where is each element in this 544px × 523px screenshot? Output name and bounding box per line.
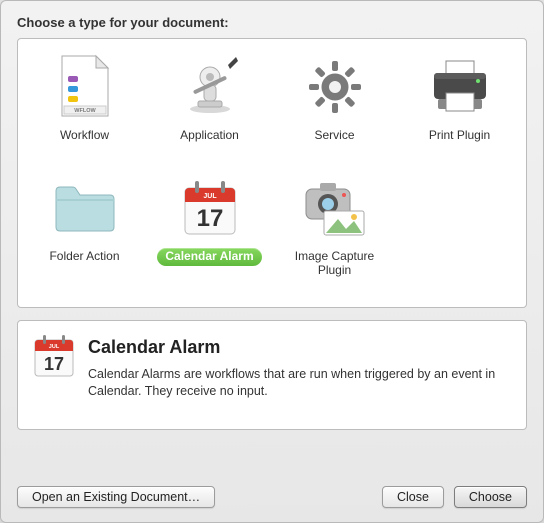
- type-item-print-plugin[interactable]: Print Plugin: [401, 45, 519, 145]
- prompt-text: Choose a type for your document:: [17, 15, 527, 30]
- service-icon: [299, 51, 371, 123]
- workflow-icon: WFLOW: [49, 51, 121, 123]
- svg-text:17: 17: [44, 354, 64, 374]
- description-icon: JUL 17: [32, 333, 76, 415]
- description-title: Calendar Alarm: [88, 337, 512, 358]
- type-label: Print Plugin: [421, 127, 498, 145]
- type-label: Application: [172, 127, 247, 145]
- choose-button[interactable]: Choose: [454, 486, 527, 508]
- new-document-sheet: Choose a type for your document: WFLOW W…: [0, 0, 544, 523]
- application-icon: [174, 51, 246, 123]
- type-label: Service: [306, 127, 362, 145]
- close-button[interactable]: Close: [382, 486, 444, 508]
- folder-icon: [49, 172, 121, 244]
- type-item-calendar-alarm[interactable]: JUL 17 Calendar Alarm: [151, 166, 269, 266]
- type-item-service[interactable]: Service: [276, 45, 394, 145]
- svg-text:WFLOW: WFLOW: [74, 108, 96, 114]
- type-label: Image Capture Plugin: [276, 248, 394, 280]
- type-item-application[interactable]: Application: [151, 45, 269, 145]
- printer-icon: [424, 51, 496, 123]
- type-item-folder-action[interactable]: Folder Action: [26, 166, 144, 266]
- svg-text:JUL: JUL: [49, 344, 60, 350]
- open-existing-button[interactable]: Open an Existing Document…: [17, 486, 215, 508]
- image-capture-icon: [299, 172, 371, 244]
- type-label: Folder Action: [41, 248, 127, 266]
- type-item-workflow[interactable]: WFLOW Workflow: [26, 45, 144, 145]
- type-grid: WFLOW Workflow App: [24, 45, 520, 297]
- type-item-image-capture-plugin[interactable]: Image Capture Plugin: [276, 166, 394, 280]
- calendar-icon: JUL 17: [174, 172, 246, 244]
- description-panel: JUL 17 Calendar Alarm Calendar Alarms ar…: [17, 320, 527, 430]
- type-label: Calendar Alarm: [157, 248, 261, 266]
- type-label: Workflow: [52, 127, 117, 145]
- document-type-picker: WFLOW Workflow App: [17, 38, 527, 308]
- description-body: Calendar Alarms are workflows that are r…: [88, 366, 512, 400]
- button-row: Open an Existing Document… Close Choose: [17, 486, 527, 508]
- svg-text:JUL: JUL: [203, 193, 217, 200]
- svg-text:17: 17: [196, 205, 223, 232]
